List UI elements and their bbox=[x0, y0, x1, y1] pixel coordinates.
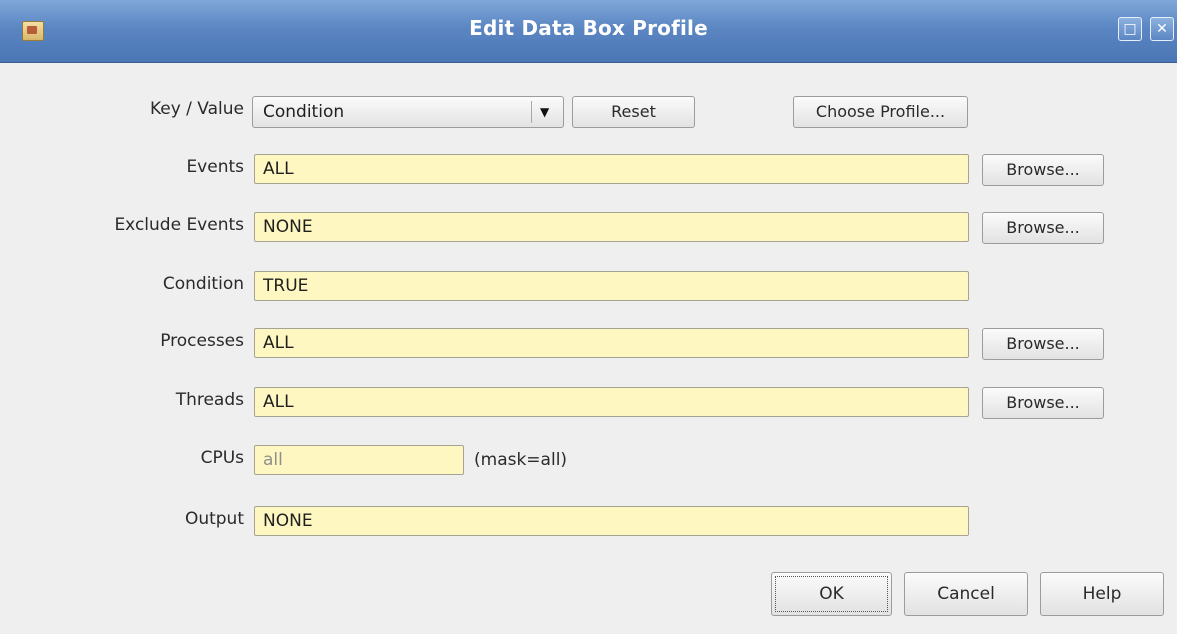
events-field[interactable]: ALL bbox=[254, 154, 969, 184]
dropdown-separator bbox=[531, 101, 532, 123]
key-value-selected: Condition bbox=[263, 102, 345, 122]
choose-profile-button[interactable]: Choose Profile... bbox=[793, 96, 968, 128]
close-icon: ✕ bbox=[1156, 21, 1168, 37]
title-bar[interactable]: Edit Data Box Profile □ ✕ bbox=[0, 0, 1177, 63]
maximize-icon: □ bbox=[1123, 21, 1137, 37]
condition-label: Condition bbox=[162, 274, 244, 294]
key-value-dropdown[interactable]: Condition ▼ bbox=[252, 96, 564, 128]
reset-button[interactable]: Reset bbox=[572, 96, 695, 128]
edit-data-box-profile-dialog: Edit Data Box Profile □ ✕ Key / Value Co… bbox=[0, 0, 1177, 634]
window-title: Edit Data Box Profile bbox=[469, 16, 708, 40]
events-label: Events bbox=[186, 157, 244, 177]
ok-button[interactable]: OK bbox=[771, 572, 892, 616]
exclude-events-field[interactable]: NONE bbox=[254, 212, 969, 242]
threads-field[interactable]: ALL bbox=[254, 387, 969, 417]
threads-label: Threads bbox=[175, 390, 244, 410]
cpus-field[interactable]: all bbox=[254, 445, 464, 475]
close-button[interactable]: ✕ bbox=[1150, 17, 1174, 41]
processes-label: Processes bbox=[160, 331, 244, 351]
help-button[interactable]: Help bbox=[1040, 572, 1164, 616]
events-browse-button[interactable]: Browse... bbox=[982, 154, 1104, 186]
cancel-button[interactable]: Cancel bbox=[904, 572, 1028, 616]
key-value-label: Key / Value bbox=[149, 99, 244, 119]
cpus-label: CPUs bbox=[200, 448, 244, 468]
exclude-events-browse-button[interactable]: Browse... bbox=[982, 212, 1104, 244]
condition-field[interactable]: TRUE bbox=[254, 271, 969, 301]
maximize-button[interactable]: □ bbox=[1118, 17, 1142, 41]
processes-browse-button[interactable]: Browse... bbox=[982, 328, 1104, 360]
cpus-mask-note: (mask=all) bbox=[474, 450, 568, 470]
threads-browse-button[interactable]: Browse... bbox=[982, 387, 1104, 419]
output-label: Output bbox=[184, 509, 244, 529]
chevron-down-icon: ▼ bbox=[540, 105, 550, 119]
output-field[interactable]: NONE bbox=[254, 506, 969, 536]
exclude-events-label: Exclude Events bbox=[114, 215, 244, 235]
processes-field[interactable]: ALL bbox=[254, 328, 969, 358]
